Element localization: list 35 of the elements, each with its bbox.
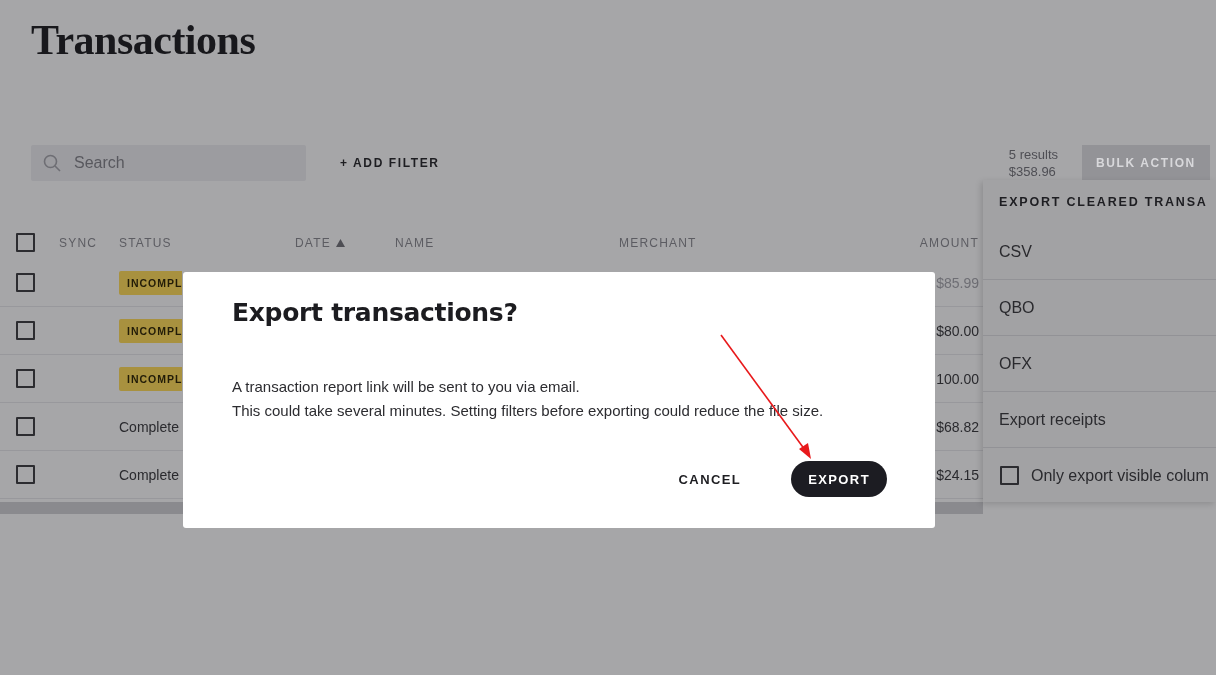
checkbox[interactable] — [16, 369, 35, 388]
amount-cell: $80.00 — [936, 322, 979, 339]
amount-cell: $68.82 — [936, 418, 979, 435]
status-badge: INCOMPL — [119, 366, 182, 391]
status-badge: INCOMPL — [119, 318, 182, 343]
status-text: Complete — [119, 466, 179, 483]
column-header[interactable]: SYNC — [59, 236, 98, 250]
checkbox[interactable] — [16, 417, 35, 436]
dialog-message: A transaction report link will be sent to you via email. — [232, 377, 580, 397]
menu-item[interactable]: Export receipts — [983, 392, 1216, 448]
checkbox[interactable] — [16, 321, 35, 340]
export-button[interactable]: EXPORT — [791, 461, 887, 497]
select-all-checkbox[interactable] — [16, 233, 35, 252]
results-count: 5 results — [1008, 146, 1058, 163]
search-icon — [43, 154, 61, 172]
cancel-button[interactable]: CANCEL — [678, 471, 742, 487]
add-filter-button[interactable]: + ADD FILTER — [340, 156, 440, 170]
amount-cell: $24.15 — [936, 466, 979, 483]
menu-title: EXPORT CLEARED TRANSA — [998, 194, 1209, 211]
checkbox[interactable] — [16, 465, 35, 484]
menu-item[interactable]: CSV — [983, 224, 1216, 280]
page-title: Transactions — [31, 16, 256, 64]
status-text: Complete — [119, 418, 179, 435]
menu-item[interactable]: QBO — [983, 280, 1216, 336]
dialog-title: Export transactions? — [232, 298, 518, 327]
column-header[interactable]: STATUS — [119, 236, 172, 250]
results-total: $358.96 — [1008, 163, 1057, 180]
checkbox[interactable] — [1000, 466, 1019, 485]
checkbox[interactable] — [16, 273, 35, 292]
amount-cell: $85.99 — [936, 274, 979, 291]
status-badge: INCOMPL — [119, 270, 182, 295]
search-field[interactable]: Search — [31, 145, 306, 181]
amount-cell: 100.00 — [936, 370, 979, 387]
menu-item[interactable]: OFX — [983, 336, 1216, 392]
checkbox-label: Only export visible colum — [1031, 466, 1209, 485]
